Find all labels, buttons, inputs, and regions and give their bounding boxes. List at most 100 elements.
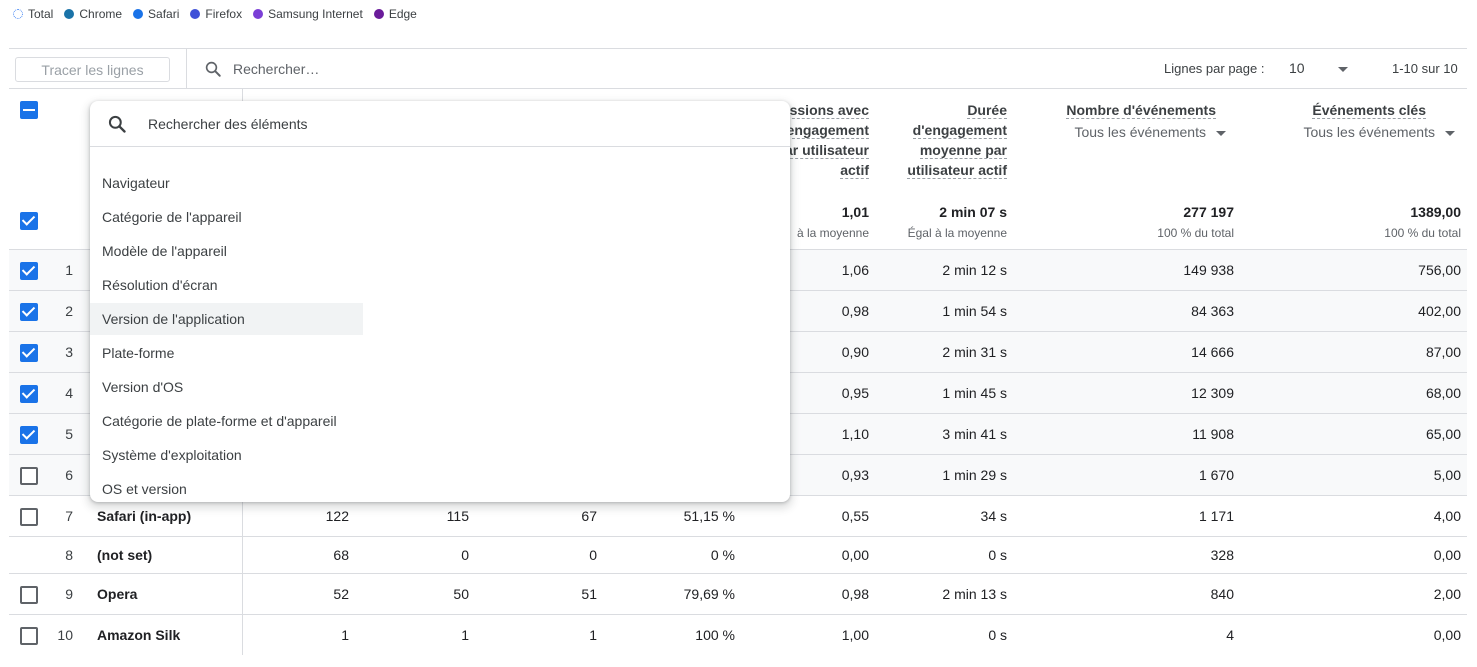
cell-key-events: 0,00 [1433, 627, 1461, 643]
row-index: 8 [65, 547, 73, 563]
row-index: 1 [65, 262, 73, 278]
legend-item-total[interactable]: Total [13, 7, 53, 21]
column-header-avg-engagement[interactable]: Durée d'engagement moyenne par utilisate… [890, 100, 1007, 180]
menu-item[interactable]: Version d'OS [90, 371, 363, 403]
cell-event-count: 1 171 [1198, 508, 1234, 524]
cell-event-count: 149 938 [1183, 262, 1234, 278]
legend-label: Samsung Internet [268, 7, 363, 21]
cell-key-events: 2,00 [1433, 586, 1461, 602]
row-dimension-value: Amazon Silk [97, 627, 181, 643]
cell-avg-engagement: 1 min 54 s [942, 303, 1007, 319]
totals-checkbox[interactable] [20, 212, 38, 230]
table-toolbar: Tracer les lignes Lignes par page : 10 1… [9, 48, 1467, 89]
key-events-filter[interactable]: Tous les événements [1260, 124, 1455, 140]
row-dimension-value: Safari (in-app) [97, 508, 192, 524]
legend-label: Chrome [79, 7, 123, 21]
cell-users: 52 [333, 586, 349, 602]
cell-users: 1 [341, 627, 349, 643]
cell-users: 122 [325, 508, 349, 524]
search-icon [205, 61, 221, 77]
cell-engaged-sessions: 51 [581, 586, 597, 602]
toolbar-divider [186, 49, 187, 89]
cell-engagement-rate: 51,15 % [683, 508, 735, 524]
cell-engaged-sessions: 1 [589, 627, 597, 643]
table-row[interactable]: 8 (not set) 68 0 0 0 % 0,00 0 s 328 0,00 [9, 536, 1467, 573]
legend-item-samsung-internet[interactable]: Samsung Internet [253, 7, 363, 21]
menu-item[interactable]: Catégorie de l'appareil [90, 201, 363, 233]
event-count-filter[interactable]: Tous les événements [1040, 124, 1226, 140]
menu-search-bar [90, 101, 790, 147]
row-index: 5 [65, 426, 73, 442]
total-avg-engagement-note: Égal à la moyenne [907, 226, 1007, 240]
cell-event-count: 14 666 [1191, 344, 1234, 360]
row-dimension-value: (not set) [97, 547, 153, 563]
total-key-events: 1389,00 [1410, 204, 1461, 220]
cell-avg-engagement: 2 min 13 s [942, 586, 1007, 602]
cell-new-users: 1 [461, 627, 469, 643]
menu-item[interactable]: Navigateur [90, 167, 363, 199]
table-search-input[interactable] [233, 58, 533, 80]
row-index: 10 [57, 627, 73, 643]
row-index: 9 [65, 586, 73, 602]
column-header-key-events[interactable]: Événements clés [1280, 100, 1426, 120]
cell-key-events: 756,00 [1418, 262, 1461, 278]
cell-key-events: 0,00 [1433, 547, 1461, 563]
legend-label: Edge [388, 7, 417, 21]
menu-item[interactable]: Catégorie de plate-forme et d'appareil [90, 405, 363, 437]
menu-item[interactable]: Plate-forme [90, 337, 363, 369]
cell-event-count: 1 670 [1198, 467, 1234, 483]
cell-sessions-per-user: 0,98 [841, 586, 869, 602]
pagination-status: 1-10 sur 10 [1392, 61, 1458, 76]
cell-engaged-sessions: 0 [589, 547, 597, 563]
column-header-event-count[interactable]: Nombre d'événements [1050, 100, 1216, 120]
chart-legend: Total Chrome Safari Firefox Samsung Inte… [13, 6, 428, 22]
menu-item[interactable]: Résolution d'écran [90, 269, 363, 301]
cell-event-count: 840 [1210, 586, 1234, 602]
rows-per-page-select[interactable]: 10 [1289, 60, 1305, 76]
menu-item[interactable]: OS et version [90, 473, 363, 505]
menu-item[interactable]: Modèle de l'appareil [90, 235, 363, 267]
legend-label: Total [28, 7, 54, 21]
menu-item[interactable]: Version de l'application [90, 303, 363, 335]
table-row[interactable]: 10 Amazon Silk 1 1 1 100 % 1,00 0 s 4 0,00 [9, 614, 1467, 655]
legend-item-safari[interactable]: Safari [133, 7, 179, 21]
cell-key-events: 4,00 [1433, 508, 1461, 524]
cell-key-events: 5,00 [1433, 467, 1461, 483]
cell-avg-engagement: 0 s [988, 547, 1007, 563]
table-row[interactable]: 9 Opera 52 50 51 79,69 % 0,98 2 min 13 s 840 2,00 [9, 573, 1467, 614]
row-dimension-value: Opera [97, 586, 138, 602]
chevron-down-icon [1445, 130, 1455, 136]
cell-new-users: 0 [461, 547, 469, 563]
cell-avg-engagement: 1 min 45 s [942, 385, 1007, 401]
total-event-count-note: 100 % du total [1157, 226, 1234, 240]
chevron-down-icon[interactable] [1338, 67, 1348, 72]
cell-engagement-rate: 100 % [695, 627, 735, 643]
cell-event-count: 11 908 [1192, 426, 1234, 442]
cell-event-count: 84 363 [1191, 303, 1234, 319]
cell-new-users: 115 [446, 508, 469, 524]
cell-users: 68 [333, 547, 349, 563]
cell-event-count: 328 [1210, 547, 1234, 563]
legend-item-edge[interactable]: Edge [373, 7, 417, 21]
cell-avg-engagement: 34 s [980, 508, 1007, 524]
cell-sessions-per-user: 1,00 [841, 627, 869, 643]
plot-rows-button[interactable]: Tracer les lignes [15, 57, 170, 82]
total-event-count: 277 197 [1183, 204, 1234, 220]
cell-avg-engagement: 2 min 31 s [942, 344, 1007, 360]
cell-avg-engagement: 2 min 12 s [942, 262, 1007, 278]
total-key-events-note: 100 % du total [1384, 226, 1461, 240]
legend-item-firefox[interactable]: Firefox [190, 7, 242, 21]
menu-search-input[interactable] [148, 113, 748, 135]
cell-sessions-per-user: 0,55 [841, 508, 869, 524]
menu-item[interactable]: Système d'exploitation [90, 439, 363, 471]
legend-item-chrome[interactable]: Chrome [64, 7, 122, 21]
cell-new-users: 50 [453, 586, 469, 602]
cell-key-events: 87,00 [1425, 344, 1461, 360]
legend-label: Firefox [205, 7, 243, 21]
cell-engagement-rate: 79,69 % [683, 586, 735, 602]
cell-engaged-sessions: 67 [581, 508, 597, 524]
row-index: 2 [65, 303, 73, 319]
cell-key-events: 68,00 [1425, 385, 1461, 401]
row-index: 3 [65, 344, 73, 360]
select-all-checkbox[interactable] [20, 101, 38, 119]
